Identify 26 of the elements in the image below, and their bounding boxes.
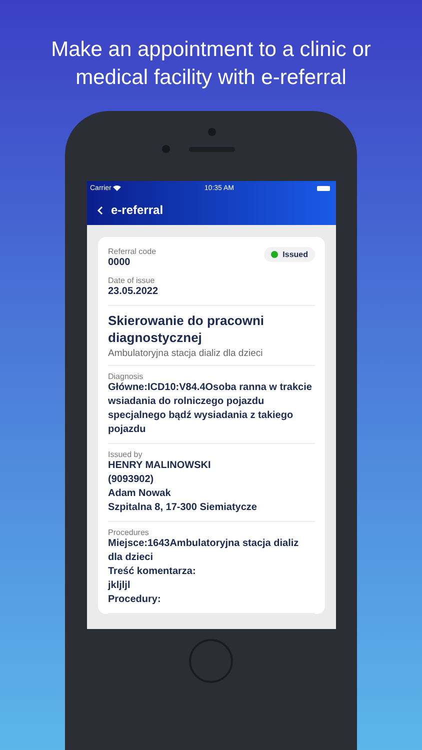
camera-icon <box>208 128 216 136</box>
sensor-icon <box>162 145 170 153</box>
field-value: 0000 <box>108 256 132 270</box>
field-label: Procedures <box>108 528 150 537</box>
headline: Make an appointment to a clinic or medical facility with e-referral <box>50 37 372 91</box>
field-value: jkljljl <box>108 579 132 593</box>
field-value: Adam Nowak <box>108 487 172 501</box>
field-label: Issued by <box>108 450 144 459</box>
field-value: HENRY MALINOWSKI <box>108 459 212 473</box>
referral-subtitle: Ambulatoryjna stacja dializ dla dzieci <box>108 348 264 359</box>
back-button[interactable] <box>97 206 103 214</box>
field-label: Referral code <box>108 247 156 256</box>
field-label: Date of issue <box>108 276 156 285</box>
field-value: 23.05.2022 <box>108 285 160 299</box>
referral-title: Skierowanie do pracowni diagnostycznej <box>108 312 266 346</box>
field-value: Procedury: <box>108 593 162 607</box>
status-badge: Issued <box>264 247 315 262</box>
field-value: (9093902) <box>108 473 155 487</box>
wifi-icon <box>113 185 122 191</box>
screen-title: e-referral <box>111 203 164 217</box>
field-value: Miejsce:1643Ambulatoryjna stacja dializ dla dzieci <box>108 537 300 565</box>
field-value: Treść komentarza: <box>108 565 197 579</box>
field-value: Szpitalna 8, 17-300 Siemiatycze <box>108 501 258 515</box>
field-label: Diagnosis <box>108 372 144 381</box>
field-value: Główne:ICD10:V84.4Osoba ranna w trakcie wsiadania do rolniczego pojazdu specjalnego bądź wysiadania z takiego pojazdu <box>108 381 313 437</box>
battery-icon <box>317 186 330 190</box>
